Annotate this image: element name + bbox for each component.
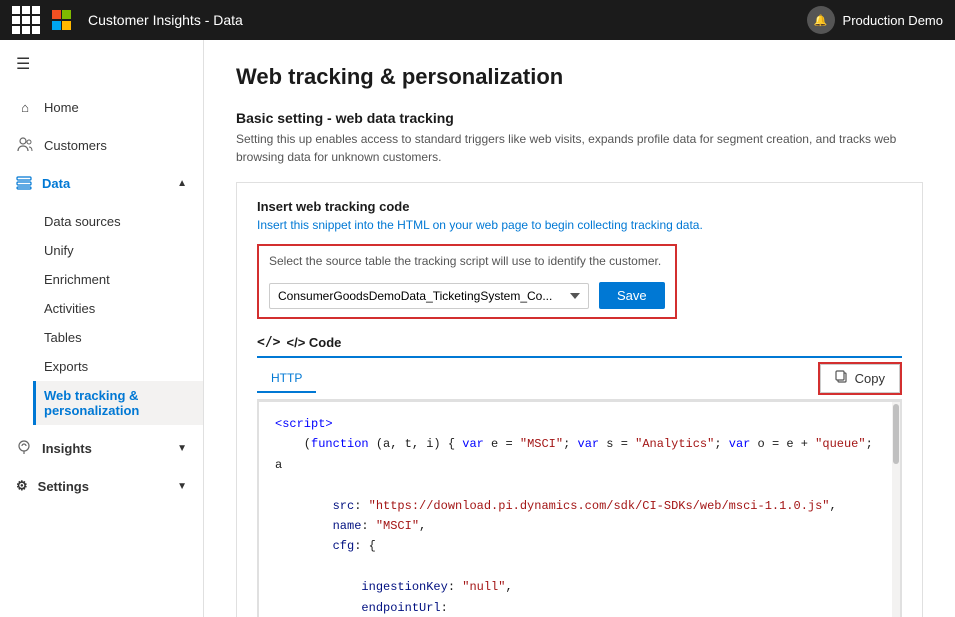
code-line-7: [275, 557, 884, 577]
hamburger-menu[interactable]: ☰: [0, 40, 203, 88]
code-bracket-icon: </>: [257, 335, 280, 350]
basic-setting-title: Basic setting - web data tracking: [236, 110, 923, 126]
main-content: Web tracking & personalization Basic set…: [204, 40, 955, 617]
vertical-scrollbar[interactable]: [892, 402, 900, 617]
settings-chevron-icon: ▼: [177, 481, 187, 492]
app-grid-icon[interactable]: [12, 6, 40, 34]
sidebar-item-insights[interactable]: Insights ▼: [0, 429, 203, 468]
source-table-select[interactable]: ConsumerGoodsDemoData_TicketingSystem_Co…: [269, 283, 589, 309]
insights-icon: [16, 439, 32, 458]
tab-http[interactable]: HTTP: [257, 365, 316, 393]
sidebar-item-home-label: Home: [44, 100, 79, 115]
sidebar-item-home[interactable]: ⌂ Home: [0, 88, 203, 126]
home-icon: ⌂: [16, 98, 34, 116]
sidebar-item-settings-label: Settings: [38, 479, 89, 494]
code-header: </> </> Code: [257, 335, 902, 358]
code-outer: <script> (function (a, t, i) { var e = "…: [257, 400, 902, 617]
select-save-row: ConsumerGoodsDemoData_TicketingSystem_Co…: [269, 282, 665, 309]
copy-label: Copy: [855, 371, 885, 386]
microsoft-logo: [52, 10, 72, 30]
sidebar-item-data[interactable]: Data ▲: [0, 164, 203, 203]
code-line-2: (function (a, t, i) { var e = "MSCI"; va…: [275, 434, 884, 475]
app-title: Customer Insights - Data: [88, 12, 243, 28]
select-save-box: Select the source table the tracking scr…: [257, 244, 677, 319]
settings-icon: ⚙: [16, 478, 28, 494]
data-chevron-icon: ▲: [177, 178, 187, 189]
sidebar-item-tables[interactable]: Tables: [44, 323, 203, 352]
insert-code-title: Insert web tracking code: [257, 199, 902, 214]
code-line-8: ingestionKey: "null",: [275, 577, 884, 597]
code-line-9: endpointUrl: "https://mobile.events.data…: [275, 598, 884, 617]
code-section: </> </> Code HTTP Copy: [257, 335, 902, 617]
data-icon: [16, 174, 32, 193]
tracking-card: Insert web tracking code Insert this sni…: [236, 182, 923, 617]
copy-icon: [835, 370, 849, 387]
data-submenu: Data sources Unify Enrichment Activities…: [0, 203, 203, 429]
code-line-6: cfg: {: [275, 536, 884, 556]
select-label: Select the source table the tracking scr…: [269, 254, 665, 268]
user-label: Production Demo: [843, 13, 943, 28]
sidebar-item-data-sources[interactable]: Data sources: [44, 207, 203, 236]
code-toolbar: HTTP Copy: [257, 358, 902, 400]
basic-setting-desc: Setting this up enables access to standa…: [236, 130, 923, 166]
code-line-5: name: "MSCI",: [275, 516, 884, 536]
page-title: Web tracking & personalization: [236, 64, 923, 90]
sidebar-item-enrichment[interactable]: Enrichment: [44, 265, 203, 294]
sidebar-item-unify[interactable]: Unify: [44, 236, 203, 265]
sidebar-item-customers[interactable]: Customers: [0, 126, 203, 164]
sidebar-item-exports[interactable]: Exports: [44, 352, 203, 381]
notification-icon[interactable]: 🔔: [807, 6, 835, 34]
sidebar-item-customers-label: Customers: [44, 138, 107, 153]
code-block[interactable]: <script> (function (a, t, i) { var e = "…: [258, 401, 901, 617]
code-header-label: </> Code: [286, 335, 341, 350]
sidebar-item-settings[interactable]: ⚙ Settings ▼: [0, 468, 203, 504]
code-line-3: [275, 475, 884, 495]
customers-icon: [16, 136, 34, 154]
save-button[interactable]: Save: [599, 282, 665, 309]
sidebar-item-web-tracking[interactable]: Web tracking & personalization: [33, 381, 203, 425]
sidebar-item-activities[interactable]: Activities: [44, 294, 203, 323]
sidebar: ☰ ⌂ Home Customers Data ▲ Data sources U…: [0, 40, 204, 617]
topbar-right: 🔔 Production Demo: [807, 6, 943, 34]
copy-btn-container: Copy: [818, 362, 902, 395]
insert-code-desc: Insert this snippet into the HTML on you…: [257, 218, 902, 232]
topbar: Customer Insights - Data 🔔 Production De…: [0, 0, 955, 40]
sidebar-item-insights-label: Insights: [42, 441, 92, 456]
code-line-4: src: "https://download.pi.dynamics.com/s…: [275, 496, 884, 516]
insights-chevron-icon: ▼: [177, 443, 187, 454]
sidebar-item-data-label: Data: [42, 176, 70, 191]
copy-button[interactable]: Copy: [820, 364, 900, 393]
code-line-1: <script>: [275, 414, 884, 434]
